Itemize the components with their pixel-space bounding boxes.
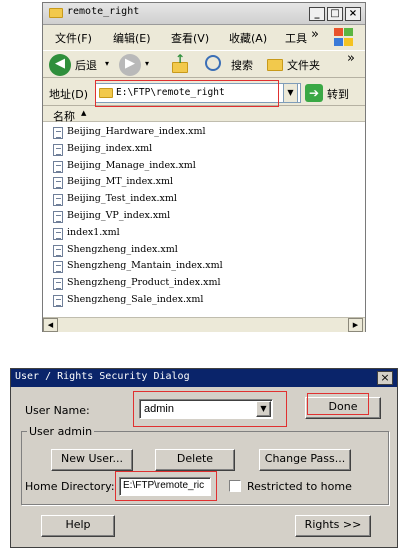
back-button-label[interactable]: 后退 (75, 57, 97, 73)
folder-icon (49, 8, 63, 18)
name-column-label: 名称 (53, 110, 75, 123)
xml-file-icon (53, 177, 63, 190)
file-name: Beijing_Hardware_index.xml (67, 126, 206, 137)
xml-file-icon (53, 227, 63, 240)
restricted-checkbox[interactable] (229, 480, 241, 492)
menu-edit[interactable]: 编辑(E) (113, 30, 151, 46)
up-folder-icon[interactable]: ↑ (171, 52, 189, 74)
search-button-label[interactable]: 搜索 (231, 57, 253, 73)
menu-bar: 文件(F) 编辑(E) 查看(V) 收藏(A) 工具 » (43, 26, 365, 48)
back-dropdown-icon[interactable]: ▾ (105, 59, 109, 68)
file-name: Beijing_index.xml (67, 142, 153, 154)
window-title: remote_right (67, 6, 140, 17)
go-button-label[interactable]: 转到 (327, 86, 349, 102)
xml-file-icon (53, 194, 63, 207)
file-name: Beijing_Manage_index.xml (67, 159, 196, 171)
file-name: Shengzheng_Mantain_index.xml (67, 260, 223, 272)
xml-file-icon (53, 261, 63, 274)
sort-arrow-icon: ▲ (81, 109, 87, 117)
toolbar: ◀ 后退 ▾ ▶ ▾ ↑ 搜索 文件夹 » (43, 50, 365, 78)
home-directory-label: Home Directory: (25, 480, 115, 493)
delete-button[interactable]: Delete (155, 449, 235, 471)
folders-icon[interactable] (267, 59, 283, 71)
done-highlight-box (307, 393, 369, 415)
scroll-left-icon[interactable]: ◀ (43, 318, 58, 332)
address-highlight-box (95, 80, 279, 107)
search-icon[interactable] (205, 55, 221, 71)
help-button[interactable]: Help (41, 515, 115, 537)
maximize-button[interactable]: □ (327, 7, 343, 21)
security-dialog: User / Rights Security Dialog × User Nam… (10, 368, 398, 548)
name-column-header[interactable]: 名称 ▲ (43, 107, 365, 123)
windows-logo-icon (333, 27, 355, 47)
dialog-titlebar[interactable]: User / Rights Security Dialog × (11, 369, 397, 387)
file-name: Beijing_Test_index.xml (67, 193, 177, 205)
xml-file-icon (53, 160, 63, 173)
change-pass-button[interactable]: Change Pass... (259, 449, 351, 471)
toolbar-overflow[interactable]: » (347, 51, 355, 66)
menu-favorites[interactable]: 收藏(A) (229, 30, 267, 46)
file-name: Beijing_VP_index.xml (67, 210, 171, 221)
back-arrow-icon[interactable]: ◀ (49, 54, 71, 76)
user-admin-group-label: User admin (27, 425, 95, 438)
menu-view[interactable]: 查看(V) (171, 30, 209, 46)
forward-dropdown-icon[interactable]: ▾ (145, 59, 149, 68)
user-name-highlight-box (133, 391, 287, 427)
restricted-label[interactable]: Restricted to home (247, 480, 352, 493)
rights-button[interactable]: Rights >> (295, 515, 371, 537)
file-name: Shengzheng_Sale_index.xml (67, 294, 204, 305)
xml-file-icon (53, 278, 63, 291)
file-name: index1.xml (67, 226, 120, 238)
forward-arrow-icon[interactable]: ▶ (119, 54, 141, 76)
xml-file-icon (53, 127, 63, 139)
explorer-window: remote_right _ □ × 文件(F) 编辑(E) 查看(V) 收藏(… (42, 2, 366, 332)
menu-file[interactable]: 文件(F) (55, 30, 92, 46)
explorer-titlebar[interactable]: remote_right _ □ × (43, 3, 365, 25)
address-label: 地址(D) (49, 88, 89, 101)
address-dropdown-button[interactable]: ▼ (283, 83, 298, 103)
dialog-title: User / Rights Security Dialog (15, 371, 190, 382)
menu-overflow[interactable]: » (311, 27, 319, 42)
new-user-button[interactable]: New User... (51, 449, 133, 471)
xml-file-icon (53, 211, 63, 223)
close-button[interactable]: × (345, 7, 361, 21)
file-name: Shengzheng_index.xml (67, 243, 178, 255)
xml-file-icon (53, 244, 63, 257)
menu-tools[interactable]: 工具 (285, 30, 307, 46)
close-icon[interactable]: × (377, 371, 393, 385)
minimize-button[interactable]: _ (309, 7, 325, 21)
scroll-right-icon[interactable]: ▶ (348, 318, 363, 332)
home-directory-highlight-box (115, 471, 217, 501)
file-name: Beijing_MT_index.xml (67, 176, 174, 188)
horizontal-scrollbar[interactable]: ◀ ▶ (43, 317, 365, 332)
file-list: 名称 ▲ Beijing_Hardware_index.xml Beijing_i… (43, 107, 365, 332)
folders-button-label[interactable]: 文件夹 (287, 57, 320, 73)
user-name-label: User Name: (25, 404, 90, 417)
xml-file-icon (53, 295, 63, 307)
xml-file-icon (53, 143, 63, 156)
go-arrow-icon[interactable]: ➔ (305, 84, 323, 102)
file-name: Shengzheng_Product_index.xml (67, 277, 221, 289)
